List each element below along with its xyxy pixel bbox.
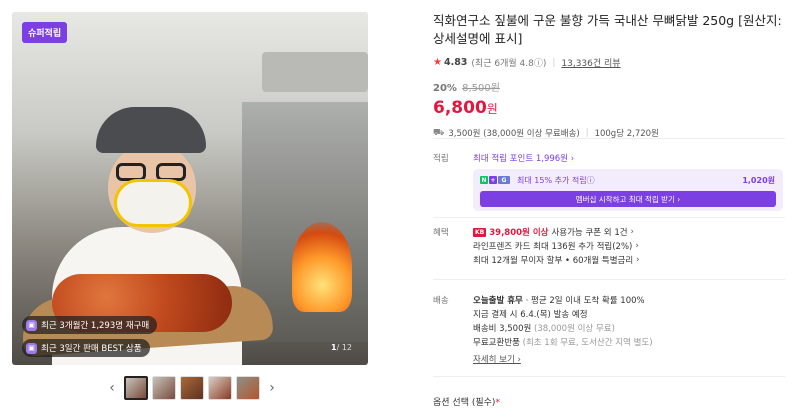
- discount-rate: 20%: [433, 83, 457, 94]
- free-return-note: (최초 1회 무료, 도서산간 지역 별도): [522, 338, 653, 348]
- points-label: 적립: [433, 154, 449, 164]
- review-count-link[interactable]: 13,336건 리뷰: [561, 56, 620, 69]
- sale-price: 6,800원: [433, 98, 785, 118]
- delivery-more-link[interactable]: 자세히 보기 ›: [473, 353, 521, 365]
- rating-value: 4.83: [443, 57, 468, 68]
- thumbnail-1[interactable]: [124, 376, 148, 400]
- free-shipping-note: (38,000원 이상 무료): [534, 324, 615, 334]
- divider-bar: |: [552, 57, 556, 68]
- thumbnail-4[interactable]: [208, 376, 232, 400]
- image-counter: 1/ 12: [331, 343, 352, 352]
- delivery-line-3: 배송비 3,500원 (38,000원 이상 무료): [473, 322, 615, 334]
- delivery-line-2: 지금 결제 시 6.4.(목) 발송 예정: [473, 310, 588, 320]
- coupon-threshold: 39,800원 이상: [489, 228, 549, 238]
- delivery-line-4: 무료교환반품 (최초 1회 무료, 도서산간 지역 별도): [473, 336, 653, 348]
- delivery-line-1: 오늘출발 휴무 · 평균 2일 이내 도착 확률 100%: [473, 294, 645, 306]
- repurchase-pill: ▣ 최근 3개월간 1,293명 재구매: [22, 316, 158, 334]
- required-mark: *: [495, 398, 500, 408]
- extra-points-text: 최대 15% 추가 적립ⓘ: [517, 176, 595, 185]
- installment-text: 최대 12개월 무이자 할부 • 60개월 특별금리: [473, 256, 634, 266]
- rating-sub[interactable]: (최근 6개월 4.8ⓘ): [471, 56, 546, 69]
- installment-benefit[interactable]: 최대 12개월 무이자 할부 • 60개월 특별금리 ›: [473, 254, 640, 266]
- price-value: 6,800: [433, 98, 487, 118]
- repurchase-text: 최근 3개월간 1,293명 재구매: [41, 321, 150, 331]
- membership-logos: N + G: [480, 176, 510, 184]
- membership-logo-icon: G: [498, 176, 510, 184]
- today-dispatch: 오늘출발 휴무: [473, 296, 523, 306]
- kb-card-logo-icon: KB: [473, 227, 487, 237]
- max-points-link[interactable]: 최대 적립 포인트 1,996원 ›: [473, 152, 574, 164]
- super-points-badge: 슈퍼적립: [22, 22, 68, 43]
- naver-logo-icon: N: [480, 176, 488, 184]
- bag-icon: ▣: [26, 342, 37, 354]
- divider-bar: |: [585, 128, 589, 138]
- best-seller-pill: ▣ 최근 3일간 판매 BEST 상품: [22, 339, 150, 357]
- start-membership-button[interactable]: 멤버십 시작하고 최대 적립 받기 ›: [480, 191, 776, 207]
- delivery-label: 배송: [433, 296, 449, 306]
- card-benefit-text: 라인프렌즈 카드 최대 136원 추가 적립(2%): [473, 242, 633, 252]
- thumbnail-3[interactable]: [180, 376, 204, 400]
- chevron-right-icon: ›: [636, 255, 640, 265]
- face-mask: [114, 179, 192, 227]
- chevron-right-icon: ›: [630, 227, 634, 237]
- section-divider: [433, 138, 785, 139]
- card-benefit[interactable]: 라인프렌즈 카드 최대 136원 추가 적립(2%) ›: [473, 240, 639, 252]
- truck-icon: ⛟: [433, 127, 445, 138]
- thumbnail-strip: ‹ ›: [104, 374, 280, 402]
- star-icon: ★: [433, 57, 442, 68]
- option-select-label[interactable]: 옵션 선택 (필수)*: [433, 395, 500, 408]
- coupon-benefit[interactable]: KB 39,800원 이상 사용가능 쿠폰 외 1건 ›: [473, 226, 634, 238]
- plus-logo-icon: +: [489, 176, 497, 184]
- chef-hat: [96, 107, 206, 153]
- section-divider: [433, 279, 785, 280]
- product-main-image[interactable]: [12, 12, 368, 365]
- product-info: 직화연구소 짚불에 구운 불향 가득 국내산 무뼈닭발 250g [원산지: 상…: [433, 12, 785, 139]
- chevron-right-icon: ›: [635, 241, 639, 251]
- kitchen-pipe: [262, 52, 368, 92]
- chevron-right-icon[interactable]: ›: [264, 380, 280, 396]
- option-label-text: 옵션 선택 (필수): [433, 398, 496, 408]
- rating-row: ★ 4.83 (최근 6개월 4.8ⓘ) | 13,336건 리뷰: [433, 56, 785, 69]
- best-seller-text: 최근 3일간 판매 BEST 상품: [41, 344, 142, 354]
- section-divider: [433, 217, 785, 218]
- benefits-label: 혜택: [433, 228, 449, 238]
- product-title: 직화연구소 짚불에 구운 불향 가득 국내산 무뼈닭발 250g [원산지: 상…: [433, 13, 782, 46]
- extra-points-amount: 1,020원: [742, 176, 775, 185]
- original-price: 8,500원: [462, 83, 500, 94]
- discount-row: 20% 8,500원: [433, 79, 785, 94]
- thumbnail-2[interactable]: [152, 376, 176, 400]
- counter-total: / 12: [336, 343, 352, 352]
- delivery-probability: · 평균 2일 이내 도착 확률 100%: [525, 296, 645, 306]
- thumbnail-5[interactable]: [236, 376, 260, 400]
- shipping-fee-text: 배송비 3,500원: [473, 324, 532, 334]
- free-return-text: 무료교환반품: [473, 338, 520, 348]
- section-divider: [433, 376, 785, 377]
- bag-icon: ▣: [26, 319, 37, 331]
- chevron-left-icon[interactable]: ‹: [104, 380, 120, 396]
- price-unit: 원: [486, 102, 498, 116]
- membership-points-box: N + G 최대 15% 추가 적립ⓘ 1,020원 멤버십 시작하고 최대 적…: [473, 169, 783, 211]
- fire-flame: [292, 222, 352, 312]
- coupon-text: 사용가능 쿠폰 외 1건: [551, 228, 628, 238]
